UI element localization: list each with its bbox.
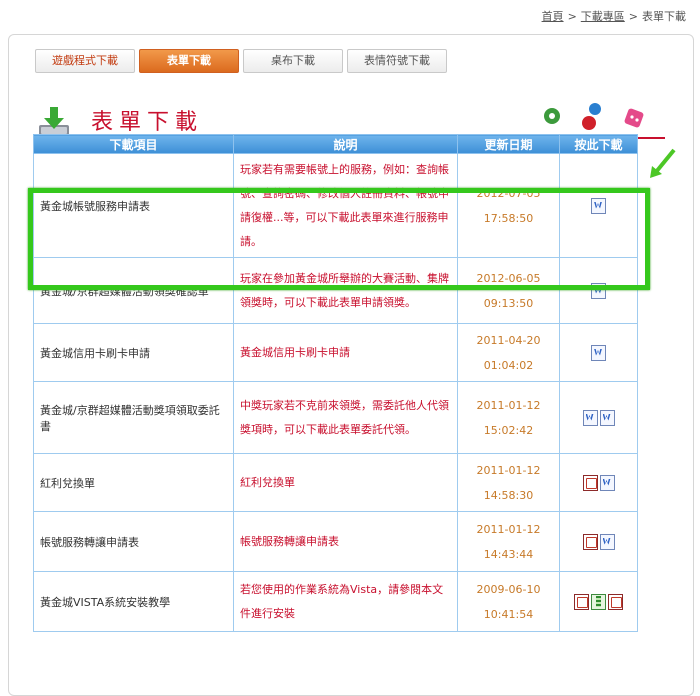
tab-wallpaper-download[interactable]: 桌布下載 [243,49,343,73]
item-name: 黃金城/京群超媒體活動獎項領取委託書 [33,381,234,454]
download-cell [559,257,638,324]
pdf-doc-icon[interactable] [608,593,623,610]
date-value: 2009-06-10 [476,582,541,596]
download-cell [559,323,638,382]
puzzle-icon [544,108,560,124]
pointer-arrow-icon [650,148,676,178]
download-cell [559,153,638,258]
table-row: 黃金城信用卡刷卡申請 黃金城信用卡刷卡申請 2011-04-20 01:04:02 [33,323,638,382]
update-date: 2011-01-12 15:02:42 [457,381,560,454]
breadcrumb-section-link[interactable]: 下載專區 [581,10,625,23]
tab-form-download[interactable]: 表單下載 [139,49,239,73]
casino-chips-icon [582,103,601,130]
top-bar: 首頁 > 下載專區 > 表單下載 [0,0,700,30]
time-value: 01:04:02 [483,358,534,372]
update-date: 2011-04-20 01:04:02 [457,323,560,382]
date-value: 2011-01-12 [476,522,541,536]
column-header-date: 更新日期 [457,134,560,154]
download-cell [559,453,638,512]
item-description: 帳號服務轉讓申請表 [233,511,458,572]
update-date: 2011-01-12 14:58:30 [457,453,560,512]
time-value: 10:41:54 [483,607,534,621]
breadcrumb: 首頁 > 下載專區 > 表單下載 [542,8,686,24]
word-doc-icon[interactable] [599,474,615,491]
column-header-description: 說明 [233,134,458,154]
breadcrumb-separator: > [628,10,638,23]
date-value: 2012-07-05 [476,186,541,200]
item-name: 紅利兌換單 [33,453,234,512]
time-value: 15:02:42 [483,423,534,437]
column-header-download: 按此下載 [559,134,638,154]
word-doc-icon[interactable] [591,344,606,361]
time-value: 09:13:50 [483,296,534,310]
time-value: 14:43:44 [483,547,534,561]
update-date: 2011-01-12 14:43:44 [457,511,560,572]
table-row: 黃金城VISTA系統安裝教學 若您使用的作業系統為Vista，請參閱本文件進行安… [33,571,638,632]
item-description: 玩家若有需要帳號上的服務，例如：查詢帳號、查詢密碼、修改個人註冊資料、帳號申請復… [233,153,458,258]
word-doc-icon[interactable] [591,197,606,214]
download-cell [559,511,638,572]
download-table: 下載項目 說明 更新日期 按此下載 黃金城帳號服務申請表 玩家若有需要帳號上的服… [33,134,638,632]
item-name: 黃金城VISTA系統安裝教學 [33,571,234,632]
date-value: 2011-01-12 [476,398,541,412]
zip-archive-icon[interactable] [591,593,606,610]
word-doc-icon[interactable] [599,533,615,550]
date-value: 2011-04-20 [476,333,541,347]
item-name: 帳號服務轉讓申請表 [33,511,234,572]
table-row: 黃金城/京群超媒體活動領獎確認單 玩家在參加黃金城所舉辦的大賽活動、集牌領獎時，… [33,257,638,324]
item-description: 若您使用的作業系統為Vista，請參閱本文件進行安裝 [233,571,458,632]
pdf-doc-icon[interactable] [582,474,598,491]
date-value: 2012-06-05 [476,271,541,285]
pdf-doc-icon[interactable] [582,533,598,550]
breadcrumb-current: 表單下載 [642,10,686,23]
update-date: 2009-06-10 10:41:54 [457,571,560,632]
word-doc-icon[interactable] [591,282,606,299]
word-doc-icon[interactable] [582,409,598,426]
table-row: 黃金城/京群超媒體活動獎項領取委託書 中獎玩家若不克前來領獎，需委託他人代領獎項… [33,381,638,454]
item-name: 黃金城信用卡刷卡申請 [33,323,234,382]
pdf-doc-icon[interactable] [574,593,589,610]
item-description: 紅利兌換單 [233,453,458,512]
update-date: 2012-06-05 09:13:50 [457,257,560,324]
table-row: 帳號服務轉讓申請表 帳號服務轉讓申請表 2011-01-12 14:43:44 [33,511,638,572]
download-cell [559,571,638,632]
tab-game-download[interactable]: 遊戲程式下載 [35,49,135,73]
update-date: 2012-07-05 17:58:50 [457,153,560,258]
breadcrumb-home-link[interactable]: 首頁 [542,10,564,23]
date-value: 2011-01-12 [476,463,541,477]
table-row: 黃金城帳號服務申請表 玩家若有需要帳號上的服務，例如：查詢帳號、查詢密碼、修改個… [33,153,638,258]
dice-icon [624,108,644,128]
time-value: 17:58:50 [483,211,534,225]
download-cell [559,381,638,454]
item-name: 黃金城帳號服務申請表 [33,153,234,258]
item-description: 玩家在參加黃金城所舉辦的大賽活動、集牌領獎時，可以下載此表單申請領獎。 [233,257,458,324]
table-header-row: 下載項目 說明 更新日期 按此下載 [33,134,638,154]
item-name: 黃金城/京群超媒體活動領獎確認單 [33,257,234,324]
breadcrumb-separator: > [567,10,577,23]
table-row: 紅利兌換單 紅利兌換單 2011-01-12 14:58:30 [33,453,638,512]
time-value: 14:58:30 [483,488,534,502]
item-description: 黃金城信用卡刷卡申請 [233,323,458,382]
item-description: 中獎玩家若不克前來領獎，需委託他人代領獎項時，可以下載此表單委託代領。 [233,381,458,454]
tab-emoticon-download[interactable]: 表情符號下載 [347,49,447,73]
column-header-item: 下載項目 [33,134,234,154]
page-title: 表單下載 [91,110,204,135]
word-doc-icon[interactable] [599,409,615,426]
